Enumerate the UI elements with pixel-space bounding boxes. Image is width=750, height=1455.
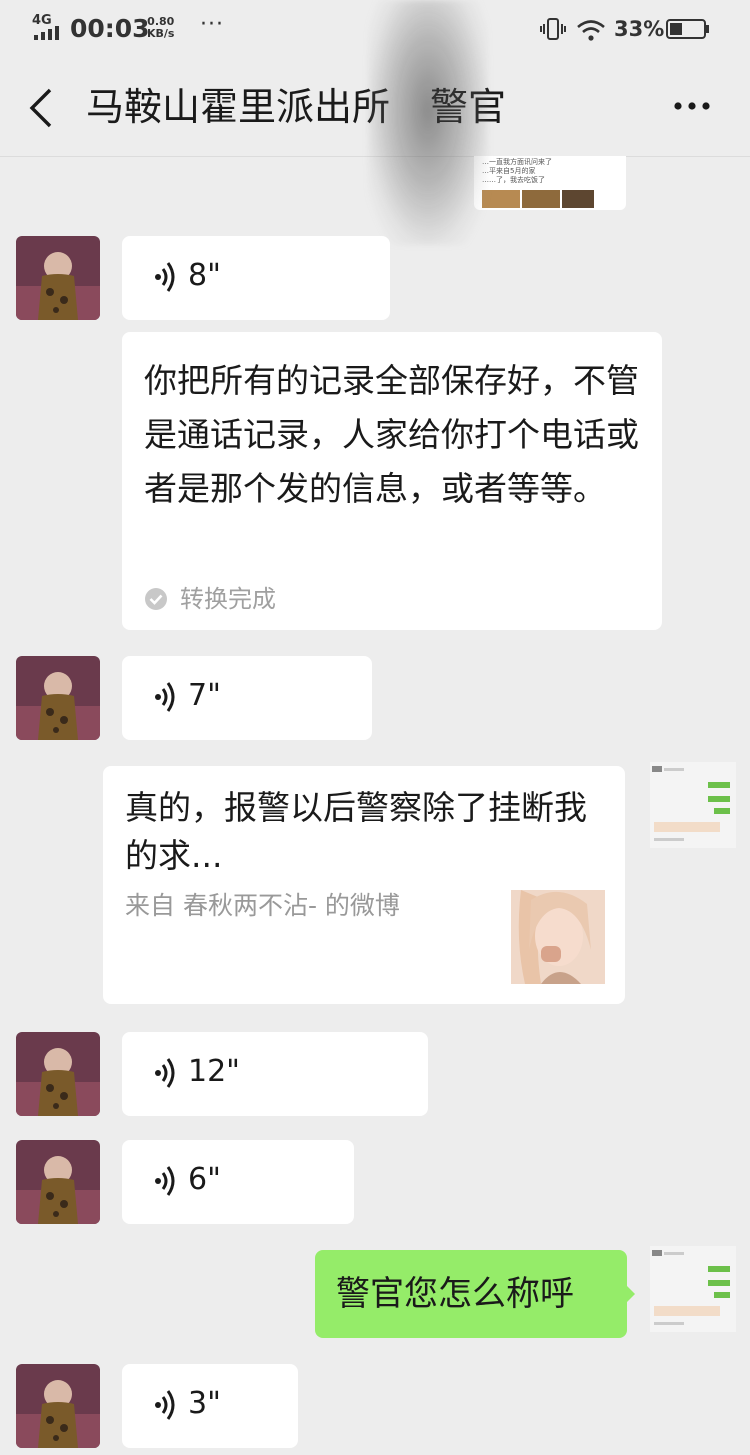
voice-duration: 8" [188, 258, 221, 293]
voice-duration: 12" [188, 1054, 240, 1089]
voice-duration: 3" [188, 1386, 221, 1421]
voice-message[interactable]: 8" [122, 236, 390, 320]
preview-line: …平来自5月的家 [482, 167, 536, 175]
clock: 00:03 [70, 14, 150, 43]
sent-text: 警官您怎么称呼 [336, 1274, 574, 1314]
link-title: 真的，报警以后警察除了挂断我的求... [125, 788, 587, 875]
battery-percent: 33% [614, 17, 665, 41]
chat-title-text: 马鞍山霍里派出所 [86, 85, 391, 129]
avatar-chat-screenshot [652, 1250, 730, 1325]
check-circle-icon [145, 588, 167, 610]
wifi-icon [577, 20, 605, 41]
voice-transcript[interactable]: 你把所有的记录全部保存好，不管是通话记录，人家给你打个电话或者是那个发的信息，或… [122, 332, 662, 630]
avatar-photo [16, 656, 100, 740]
preview-food-photo [562, 190, 594, 208]
vibrate-icon [540, 18, 566, 40]
my-avatar[interactable] [650, 1246, 736, 1332]
bubble-tail [625, 1284, 635, 1304]
transcript-status: 转换完成 [180, 585, 276, 613]
voice-icon [155, 1166, 175, 1196]
voice-message[interactable]: 7" [122, 656, 372, 740]
image-preview-top[interactable]: …一直我方面讯问来了 …平来自5月的家 ……了，我去吃饭了 [474, 156, 626, 210]
link-thumbnail [511, 890, 605, 984]
avatar[interactable] [16, 236, 100, 320]
voice-message[interactable]: 3" [122, 1364, 298, 1448]
preview-line: ……了，我去吃饭了 [482, 176, 545, 184]
avatar[interactable] [16, 1032, 100, 1116]
voice-icon [155, 1390, 175, 1420]
voice-icon [155, 262, 175, 292]
voice-duration: 6" [188, 1162, 221, 1197]
transcript-text: 你把所有的记录全部保存好，不管是通话记录，人家给你打个电话或者是那个发的信息，或… [144, 361, 639, 508]
redaction-smudge [368, 0, 488, 245]
weibo-link-card[interactable]: 真的，报警以后警察除了挂断我的求... 来自 春秋两不沾- 的微博 [103, 766, 625, 1004]
signal-icon [34, 26, 64, 40]
avatar[interactable] [16, 656, 100, 740]
avatar-photo [16, 236, 100, 320]
voice-message[interactable]: 6" [122, 1140, 354, 1224]
avatar-photo [16, 1140, 100, 1224]
avatar-photo [16, 1364, 100, 1448]
network-speed: 0.80 KB/s [147, 16, 174, 40]
notification-dots: ··· [200, 12, 224, 37]
avatar-chat-screenshot [652, 766, 730, 841]
more-icon[interactable] [668, 82, 716, 130]
avatar-photo [16, 1032, 100, 1116]
preview-line: …一直我方面讯问来了 [482, 158, 552, 166]
voice-message[interactable]: 12" [122, 1032, 428, 1116]
sent-text-message[interactable]: 警官您怎么称呼 [315, 1250, 635, 1338]
thumbnail-photo [511, 890, 605, 984]
link-source: 来自 春秋两不沾- 的微博 [125, 891, 400, 920]
battery-icon [666, 19, 709, 39]
speed-unit: KB/s [147, 27, 175, 40]
voice-duration: 7" [188, 678, 221, 713]
my-avatar[interactable] [650, 762, 736, 848]
avatar[interactable] [16, 1140, 100, 1224]
voice-icon [155, 1058, 175, 1088]
back-icon[interactable] [22, 86, 58, 130]
avatar[interactable] [16, 1364, 100, 1448]
voice-icon [155, 682, 175, 712]
preview-food-photo [522, 190, 560, 208]
